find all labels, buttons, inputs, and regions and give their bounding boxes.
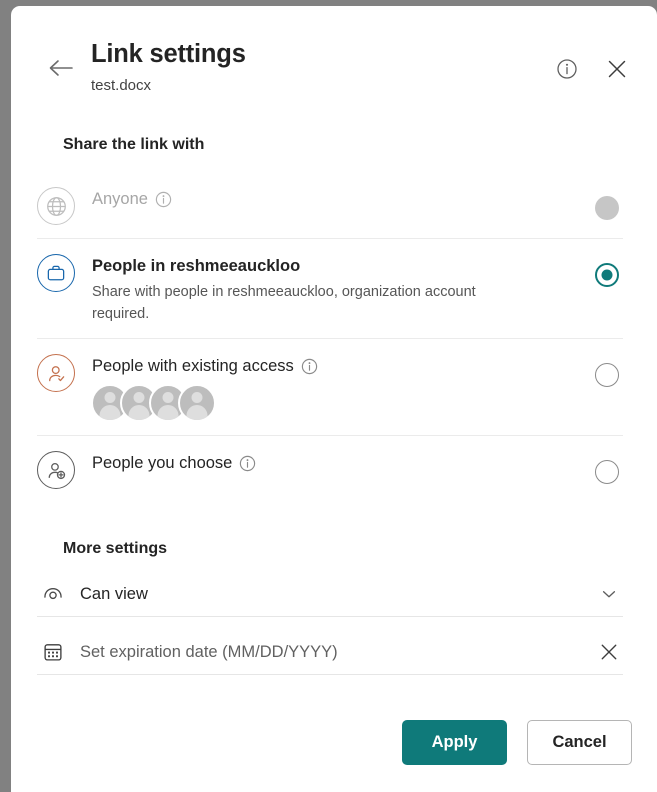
info-button[interactable] [552, 54, 582, 84]
briefcase-icon [47, 265, 65, 281]
info-circle-icon[interactable] [239, 455, 256, 472]
back-button[interactable] [44, 51, 78, 85]
calendar-icon-wrap [39, 641, 67, 663]
option-text: Anyone [92, 186, 595, 211]
globe-icon [46, 196, 66, 216]
calendar-icon [44, 644, 62, 661]
share-option-existing-access[interactable]: People with existing access [37, 339, 623, 436]
person-add-icon [48, 462, 65, 479]
radio-existing-access[interactable] [595, 363, 619, 387]
file-name: test.docx [91, 77, 152, 94]
person-add-icon-wrap [37, 451, 75, 489]
clear-expiration-button[interactable] [595, 642, 623, 662]
option-label: Anyone [92, 190, 148, 208]
option-text: People with existing access [91, 353, 595, 422]
option-label: People you choose [92, 454, 233, 472]
option-title-row: People in reshmeeauckloo [92, 255, 595, 278]
apply-button[interactable]: Apply [402, 720, 507, 765]
close-icon [601, 644, 617, 660]
info-circle-icon[interactable] [155, 191, 172, 208]
avatar [178, 384, 216, 422]
person-check-icon-wrap [37, 354, 75, 392]
share-option-people-in-org[interactable]: People in reshmeeauckloo Share with peop… [37, 239, 623, 339]
radio-people-in-org[interactable] [595, 263, 619, 287]
option-text: People you choose [92, 450, 595, 475]
expiration-date-placeholder[interactable]: Set expiration date (MM/DD/YYYY) [80, 643, 595, 662]
option-text: People in reshmeeauckloo Share with peop… [92, 253, 595, 325]
globe-icon-wrap [37, 187, 75, 225]
eye-icon [44, 588, 62, 600]
header-actions [552, 54, 632, 84]
cancel-button[interactable]: Cancel [527, 720, 632, 765]
share-option-people-you-choose[interactable]: People you choose [37, 436, 623, 502]
info-circle-icon [557, 59, 577, 79]
person-check-icon [48, 365, 64, 381]
link-settings-dialog: Link settings test.docx Share the link w… [11, 6, 657, 792]
expiration-date-field[interactable]: Set expiration date (MM/DD/YYYY) [37, 630, 623, 675]
option-label: People in reshmeeauckloo [92, 257, 301, 275]
share-section-heading: Share the link with [63, 136, 205, 153]
page-title: Link settings [91, 40, 246, 68]
eye-icon-wrap [39, 583, 67, 605]
permission-chevron[interactable] [595, 585, 623, 603]
option-title-row: People with existing access [92, 355, 595, 378]
permission-value: Can view [80, 584, 148, 603]
dialog-header: Link settings test.docx [11, 6, 657, 114]
share-options-list: Anyone People in reshmeeauckloo Share wi… [37, 172, 623, 502]
chevron-down-icon [602, 591, 616, 598]
briefcase-icon-wrap [37, 254, 75, 292]
more-settings-heading: More settings [63, 540, 168, 557]
option-label: People with existing access [92, 357, 294, 375]
option-description: Share with people in reshmeeauckloo, org… [92, 284, 476, 322]
close-icon [608, 60, 626, 78]
share-option-anyone[interactable]: Anyone [37, 172, 623, 239]
radio-anyone[interactable] [595, 196, 619, 220]
option-title-row: Anyone [92, 188, 595, 211]
option-title-row: People you choose [92, 452, 595, 475]
close-button[interactable] [602, 54, 632, 84]
permission-dropdown[interactable]: Can view [37, 572, 623, 617]
title-block: Link settings test.docx [91, 38, 246, 96]
arrow-left-icon [49, 60, 73, 76]
dialog-footer: Apply Cancel [402, 720, 632, 765]
radio-people-you-choose[interactable] [595, 460, 619, 484]
existing-access-avatars [91, 384, 595, 422]
info-circle-icon[interactable] [301, 358, 318, 375]
